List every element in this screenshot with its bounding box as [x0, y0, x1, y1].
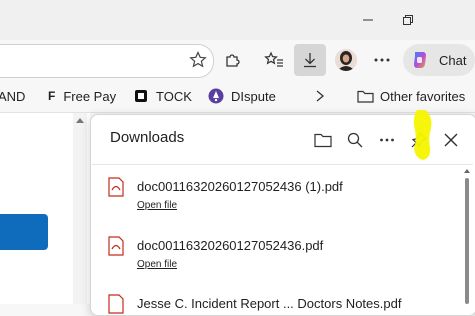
- favorite-item-free-pay[interactable]: F Free Pay: [48, 84, 116, 108]
- add-favorite-button[interactable]: [182, 44, 214, 76]
- pdf-file-icon: [108, 294, 124, 314]
- favorites-overflow-button[interactable]: [314, 84, 326, 108]
- favorite-item-dispute[interactable]: DIspute: [208, 84, 276, 108]
- profile-button[interactable]: [330, 44, 362, 76]
- search-icon: [347, 132, 363, 148]
- folder-icon: [357, 90, 374, 103]
- dispute-logo-icon: [208, 88, 224, 104]
- close-icon: [444, 133, 458, 147]
- search-downloads-button[interactable]: [341, 126, 369, 154]
- yellow-highlight-mark: [413, 110, 432, 160]
- open-file-link[interactable]: Open file: [137, 200, 177, 211]
- open-file-link[interactable]: Open file: [137, 259, 177, 270]
- restore-button[interactable]: [394, 6, 422, 34]
- downloads-title: Downloads: [110, 129, 185, 146]
- downloads-button[interactable]: [294, 44, 326, 76]
- settings-more-button[interactable]: [366, 44, 398, 76]
- favorite-label: AND: [0, 88, 26, 104]
- open-downloads-folder-button[interactable]: [309, 126, 337, 154]
- extensions-button[interactable]: [217, 44, 249, 76]
- minimize-icon: [363, 19, 373, 21]
- other-favorites-label: Other favorites: [380, 88, 466, 104]
- folder-icon: [314, 133, 332, 148]
- download-file-name[interactable]: doc00116320260127052436.pdf: [137, 238, 323, 253]
- favorites-button[interactable]: [258, 44, 290, 76]
- profile-photo-icon: [335, 49, 357, 71]
- puzzle-icon: [226, 54, 240, 67]
- downloads-scrollbar[interactable]: [463, 166, 471, 304]
- more-icon: [380, 138, 394, 142]
- scroll-up-arrow-icon: [76, 118, 84, 123]
- free-pay-logo-icon: F: [48, 89, 56, 103]
- favorite-label: TOCK: [156, 88, 192, 104]
- copilot-chat-button[interactable]: Chat: [403, 44, 475, 76]
- pdf-file-icon: [108, 236, 124, 256]
- favorite-item-tock[interactable]: TOCK: [134, 84, 192, 108]
- page-primary-button[interactable]: [0, 214, 48, 250]
- download-file-name[interactable]: doc00116320260127052436 (1).pdf: [137, 179, 343, 194]
- downloads-more-button[interactable]: [373, 126, 401, 154]
- page-scrollbar[interactable]: [73, 113, 87, 304]
- close-downloads-button[interactable]: [437, 126, 465, 154]
- chat-label: Chat: [439, 52, 467, 68]
- favorite-label: DIspute: [231, 88, 276, 104]
- panel-divider: [92, 164, 473, 165]
- chevron-right-icon: [316, 90, 325, 102]
- favorites-list-icon: [264, 51, 283, 67]
- more-icon: [374, 58, 390, 62]
- other-favorites-folder[interactable]: Other favorites: [357, 84, 465, 108]
- restore-icon: [403, 15, 413, 25]
- tock-logo-icon: [135, 90, 147, 102]
- minimize-button[interactable]: [354, 6, 382, 34]
- favorite-item-and[interactable]: AND: [0, 84, 25, 108]
- avatar: [335, 49, 357, 71]
- favorite-label: Free Pay: [63, 88, 117, 104]
- pdf-file-icon: [108, 177, 124, 197]
- copilot-icon: [414, 52, 426, 68]
- download-icon: [304, 53, 316, 68]
- star-icon: [189, 51, 207, 68]
